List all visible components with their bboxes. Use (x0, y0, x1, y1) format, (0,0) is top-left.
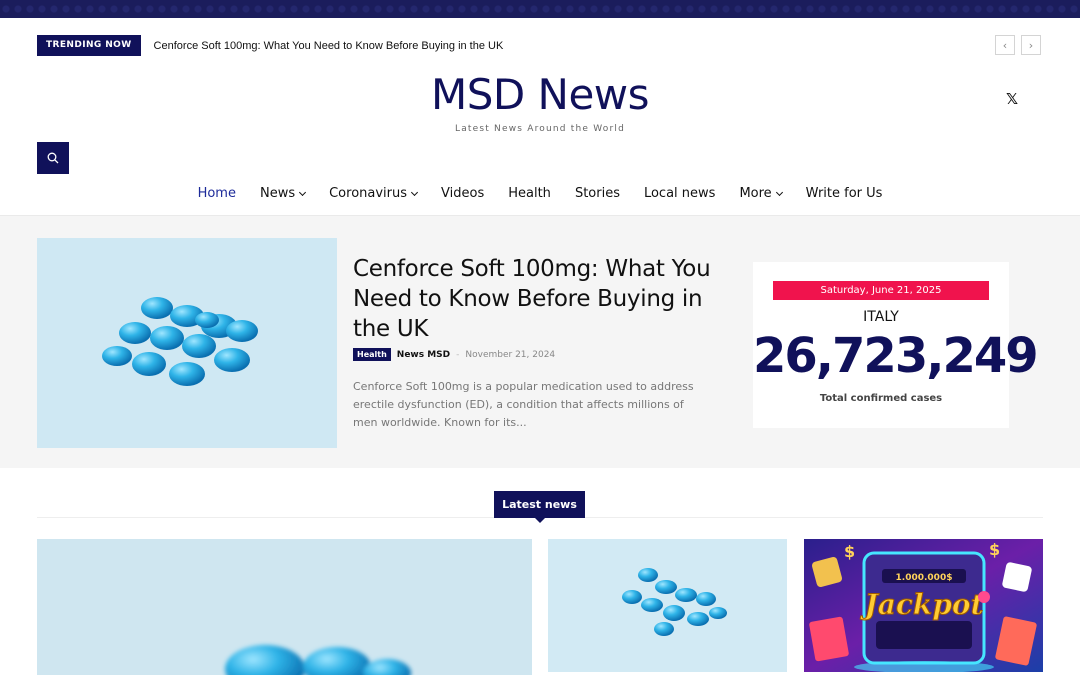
top-pattern-strip (0, 0, 1080, 18)
blue-pills-illustration (37, 238, 337, 448)
nav-label: Coronavirus (329, 186, 408, 201)
jackpot-amount: 1.000.000$ (896, 573, 953, 583)
nav-label: More (739, 186, 772, 201)
search-button[interactable] (37, 142, 69, 174)
jackpot-slot-illustration: 1.000.000$ Jackpot $ $ (804, 539, 1043, 672)
author-link[interactable]: News MSD (397, 350, 450, 360)
covid-widget: Saturday, June 21, 2025 ITALY 26,723,249… (753, 262, 1039, 428)
latest-card-image[interactable] (548, 539, 787, 672)
site-tagline: Latest News Around the World (454, 124, 626, 134)
nav-item-write-for-us[interactable]: Write for Us (806, 186, 883, 201)
x-social-icon[interactable]: 𝕏 (1006, 90, 1018, 108)
trending-bar: TRENDING NOW Cenforce Soft 100mg: What Y… (37, 35, 503, 56)
featured-image[interactable] (37, 238, 337, 448)
covid-count: 26,723,249 (753, 328, 1039, 384)
chevron-down-icon (775, 188, 783, 196)
chevron-down-icon (299, 188, 307, 196)
svg-text:$: $ (989, 540, 1000, 559)
jackpot-title: Jackpot (859, 588, 983, 621)
trending-arrows: ‹ › (995, 35, 1041, 55)
featured-excerpt: Cenforce Soft 100mg is a popular medicat… (353, 380, 694, 429)
chevron-down-icon (410, 188, 419, 196)
nav-label: Videos (441, 186, 485, 201)
svg-text:$: $ (844, 542, 855, 561)
search-icon (47, 152, 59, 164)
nav-item-local-news[interactable]: Local news (644, 186, 715, 201)
featured-title[interactable]: Cenforce Soft 100mg: What You Need to Kn… (353, 254, 713, 344)
nav-item-news[interactable]: News (259, 186, 307, 201)
covid-country: ITALY (863, 309, 899, 325)
featured-section: Cenforce Soft 100mg: What You Need to Kn… (0, 215, 1080, 468)
covid-label: Total confirmed cases (819, 393, 943, 404)
nav-item-home[interactable]: Home (198, 186, 236, 201)
latest-card-image[interactable]: 1.000.000$ Jackpot $ $ (804, 539, 1043, 672)
blue-pills-illustration (548, 539, 787, 672)
meta-separator: - (456, 349, 460, 360)
publish-date: November 21, 2024 (465, 349, 556, 360)
nav-item-videos[interactable]: Videos (441, 186, 484, 201)
covid-date: Saturday, June 21, 2025 (773, 281, 989, 300)
chevron-right-icon[interactable]: › (1021, 35, 1041, 55)
nav-label: Stories (574, 186, 620, 201)
chevron-left-icon[interactable]: ‹ (995, 35, 1015, 55)
category-tag[interactable]: Health (353, 348, 391, 361)
trending-headline-link[interactable]: Cenforce Soft 100mg: What You Need to Kn… (154, 40, 504, 52)
nav-label: Local news (643, 186, 716, 201)
site-logo[interactable]: MSD News (0, 70, 1080, 119)
featured-meta: Health News MSD - November 21, 2024 (353, 348, 555, 361)
nav-label: Health (508, 186, 551, 201)
latest-card-image[interactable] (37, 539, 532, 675)
nav-item-more[interactable]: More (739, 186, 783, 201)
nav-label: Home (197, 186, 236, 201)
nav-label: News (259, 186, 296, 201)
trending-label: TRENDING NOW (37, 35, 141, 56)
nav-item-coronavirus[interactable]: Coronavirus (329, 186, 419, 201)
main-navigation: Home News Coronavirus Videos Health Stor… (0, 186, 1080, 201)
nav-item-stories[interactable]: Stories (575, 186, 620, 201)
latest-news-heading: Latest news (494, 491, 585, 523)
nav-item-health[interactable]: Health (508, 186, 551, 201)
nav-label: Write for Us (805, 186, 883, 201)
blue-pills-illustration (37, 539, 532, 675)
